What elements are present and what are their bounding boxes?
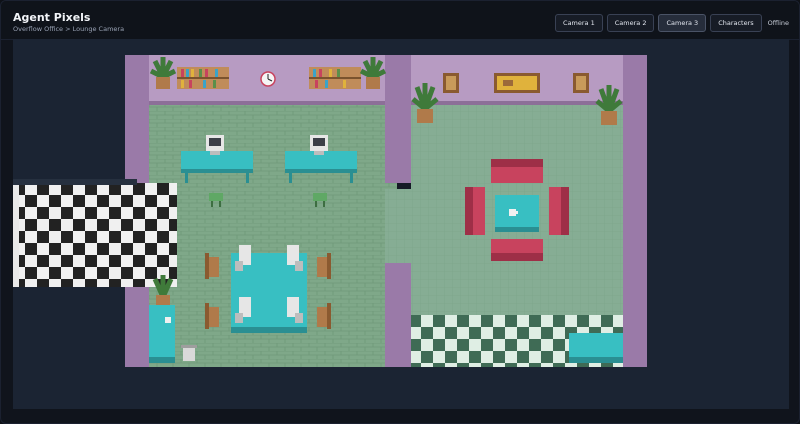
pillar-left-lower — [125, 287, 149, 367]
tab-camera-2[interactable]: Camera 2 — [606, 14, 655, 32]
bookshelf-icon — [309, 67, 361, 89]
sofa-icon — [549, 187, 569, 235]
sofa-icon — [465, 187, 485, 235]
tab-characters[interactable]: Characters — [710, 14, 762, 32]
coffee-mug-icon — [165, 317, 171, 323]
app-window: Agent Pixels Overflow Office > Lounge Ca… — [0, 0, 800, 424]
breadcrumb: Overflow Office > Lounge Camera — [13, 25, 125, 33]
tab-camera-3[interactable]: Camera 3 — [658, 14, 707, 32]
trash-can-icon — [181, 345, 197, 361]
side-counter — [149, 305, 175, 363]
connection-status: Offline — [767, 19, 789, 27]
wall-clock-icon — [260, 71, 276, 87]
divider-wall-bottom — [385, 263, 411, 367]
pillar-left — [125, 55, 149, 183]
picture-frame-icon — [443, 73, 459, 93]
pillar-right — [623, 55, 647, 367]
divider-wall-top — [385, 55, 411, 183]
picture-frame-icon — [573, 73, 589, 93]
hallway-floor — [13, 183, 177, 287]
header: Agent Pixels Overflow Office > Lounge Ca… — [1, 1, 799, 40]
tab-camera-1[interactable]: Camera 1 — [555, 14, 603, 32]
camera-tabs: Camera 1 Camera 2 Camera 3 Characters Of… — [555, 14, 789, 32]
sofa-icon — [491, 159, 543, 183]
camera-viewport[interactable] — [13, 39, 789, 409]
bookshelf-icon — [177, 67, 229, 89]
office-scene — [13, 55, 647, 367]
picture-frame-icon — [494, 73, 540, 93]
lounge-counter — [569, 333, 623, 363]
app-title: Agent Pixels — [13, 11, 91, 24]
sofa-icon — [491, 239, 543, 261]
